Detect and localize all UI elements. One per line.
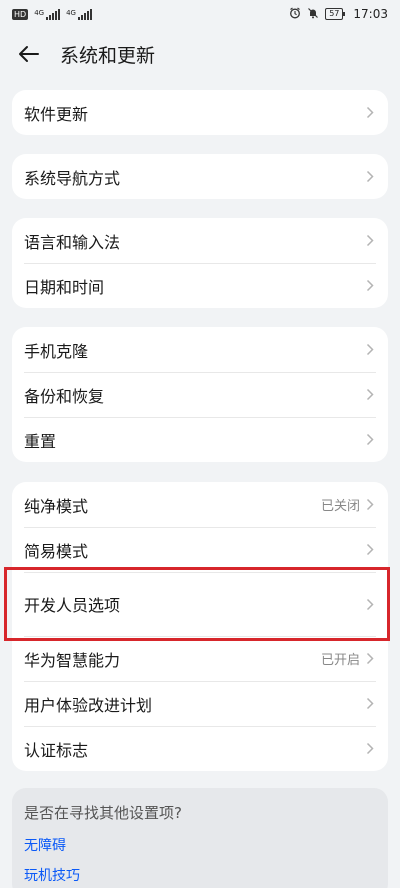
row-developer-options[interactable]: 开发人员选项 (12, 572, 388, 636)
row-certification[interactable]: 认证标志 (12, 726, 388, 771)
settings-group-modes: 纯净模式 已关闭 简易模式 开发人员选项 华为智慧能力 已开启 用户体验改进计划… (12, 482, 388, 771)
chevron-right-icon (366, 388, 376, 402)
chevron-right-icon (366, 742, 376, 756)
signal-icon-sim1: 4G (34, 8, 61, 20)
back-arrow-icon[interactable] (18, 41, 44, 67)
suggestion-panel: 是否在寻找其他设置项? 无障碍 玩机技巧 (12, 788, 388, 888)
hd-badge: HD (12, 8, 29, 20)
chevron-right-icon (366, 234, 376, 248)
suggestion-question: 是否在寻找其他设置项? (24, 804, 182, 822)
row-label: 备份和恢复 (24, 386, 105, 406)
row-huawei-smart[interactable]: 华为智慧能力 已开启 (12, 636, 388, 681)
chevron-right-icon (366, 170, 376, 184)
chevron-right-icon (366, 652, 376, 666)
sim2-network-type: 4G (66, 8, 76, 17)
row-label: 华为智慧能力 (24, 650, 121, 670)
chevron-right-icon (366, 597, 376, 611)
alarm-icon (289, 7, 301, 22)
row-backup-restore[interactable]: 备份和恢复 (12, 372, 388, 417)
link-accessibility[interactable]: 无障碍 (24, 835, 376, 855)
chevron-right-icon (366, 543, 376, 557)
status-bar: HD 4G 4G 57 17:03 (0, 0, 400, 28)
row-label: 日期和时间 (24, 277, 105, 297)
status-left: HD 4G 4G (12, 8, 92, 20)
row-phone-clone[interactable]: 手机克隆 (12, 327, 388, 372)
status-right: 57 17:03 (289, 7, 388, 22)
mute-bell-icon (307, 7, 319, 22)
row-label: 开发人员选项 (24, 596, 121, 615)
chevron-right-icon (366, 279, 376, 293)
signal-icon-sim2: 4G (66, 8, 92, 20)
sim1-network-type: 4G (34, 8, 45, 17)
row-label: 系统导航方式 (24, 168, 121, 188)
settings-group-update: 软件更新 (12, 90, 388, 135)
row-label: 软件更新 (24, 104, 89, 124)
row-label: 重置 (24, 431, 57, 451)
row-system-navigation[interactable]: 系统导航方式 (12, 154, 388, 199)
row-simple-mode[interactable]: 简易模式 (12, 527, 388, 572)
row-value: 已开启 (320, 653, 360, 668)
row-reset[interactable]: 重置 (12, 417, 388, 462)
row-label: 用户体验改进计划 (24, 695, 153, 715)
link-tips[interactable]: 玩机技巧 (24, 865, 376, 885)
chevron-right-icon (366, 498, 376, 512)
row-label: 手机克隆 (24, 341, 89, 361)
chevron-right-icon (366, 697, 376, 711)
row-label: 认证标志 (24, 740, 89, 760)
row-date-time[interactable]: 日期和时间 (12, 263, 388, 308)
page-title: 系统和更新 (60, 44, 156, 67)
chevron-right-icon (366, 433, 376, 447)
row-user-experience[interactable]: 用户体验改进计划 (12, 681, 388, 726)
settings-group-navigation: 系统导航方式 (12, 154, 388, 199)
settings-group-language-date: 语言和输入法 日期和时间 (12, 218, 388, 308)
clock-time: 17:03 (353, 7, 388, 21)
battery-icon: 57 (325, 8, 346, 20)
row-language-input[interactable]: 语言和输入法 (12, 218, 388, 263)
app-header: 系统和更新 (0, 28, 400, 80)
row-software-update[interactable]: 软件更新 (12, 90, 388, 135)
settings-group-backup: 手机克隆 备份和恢复 重置 (12, 327, 388, 462)
row-value: 已关闭 (320, 499, 360, 514)
row-label: 纯净模式 (24, 496, 89, 516)
chevron-right-icon (366, 343, 376, 357)
row-label: 简易模式 (24, 541, 89, 561)
row-label: 语言和输入法 (24, 232, 121, 252)
chevron-right-icon (366, 106, 376, 120)
row-pure-mode[interactable]: 纯净模式 已关闭 (12, 482, 388, 527)
